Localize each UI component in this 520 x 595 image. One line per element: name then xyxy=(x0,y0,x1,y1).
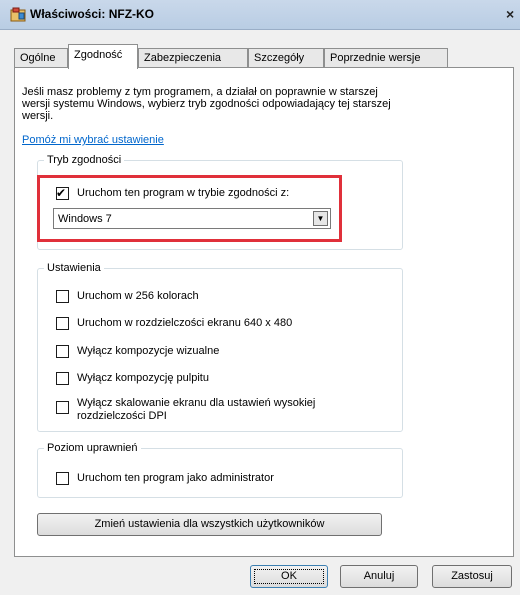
help-link[interactable]: Pomóż mi wybrać ustawienie xyxy=(22,134,164,146)
checkbox-box[interactable] xyxy=(56,472,69,485)
option-disable-dpi-scaling[interactable]: Wyłącz skalowanie ekranu dla ustawień wy… xyxy=(56,397,377,423)
apply-button[interactable]: Zastosuj xyxy=(432,565,512,588)
cancel-button[interactable]: Anuluj xyxy=(340,565,418,588)
focus-ring xyxy=(254,569,324,584)
tab-security[interactable]: Zabezpieczenia xyxy=(138,48,248,68)
tab-details[interactable]: Szczegóły xyxy=(248,48,324,68)
close-button[interactable]: × xyxy=(506,4,520,24)
checkbox-box[interactable]: ✔ xyxy=(56,186,69,200)
checkbox-box[interactable] xyxy=(56,290,69,303)
checkbox-box[interactable] xyxy=(56,317,69,330)
select-value: Windows 7 xyxy=(58,213,112,225)
program-properties-icon xyxy=(10,7,26,22)
privilege-title: Poziom uprawnień xyxy=(44,442,141,454)
checkbox-box[interactable] xyxy=(56,401,69,414)
tab-general[interactable]: Ogólne xyxy=(14,48,68,68)
checkbox-box[interactable] xyxy=(56,345,69,358)
run-as-admin-checkbox[interactable]: Uruchom ten program jako administrator xyxy=(56,472,274,485)
ok-button[interactable]: OK xyxy=(250,565,328,588)
checkbox-box[interactable] xyxy=(56,372,69,385)
compat-mode-checkbox[interactable]: ✔ Uruchom ten program w trybie zgodności… xyxy=(56,186,290,200)
compat-mode-label: Uruchom ten program w trybie zgodności z… xyxy=(77,187,290,199)
close-icon: × xyxy=(506,6,515,22)
tab-compatibility[interactable]: Zgodność xyxy=(68,44,138,69)
option-disable-desktop-composition[interactable]: Wyłącz kompozycję pulpitu xyxy=(56,372,209,385)
option-disable-visual-themes[interactable]: Wyłącz kompozycje wizualne xyxy=(56,345,219,358)
option-256-colors[interactable]: Uruchom w 256 kolorach xyxy=(56,290,199,303)
tab-strip: Ogólne Zgodność Zabezpieczenia Szczegóły… xyxy=(14,44,454,69)
tab-previous-versions[interactable]: Poprzednie wersje xyxy=(324,48,448,68)
checkmark-icon: ✔ xyxy=(56,186,67,200)
settings-title: Ustawienia xyxy=(44,262,104,274)
change-all-users-button[interactable]: Zmień ustawienia dla wszystkich użytkown… xyxy=(37,513,382,536)
description-text: Jeśli masz problemy z tym programem, a d… xyxy=(22,86,391,122)
compat-mode-title: Tryb zgodności xyxy=(44,154,125,166)
title-bar: Właściwości: NFZ-KO × xyxy=(0,0,520,30)
option-640x480[interactable]: Uruchom w rozdzielczości ekranu 640 x 48… xyxy=(56,317,292,330)
chevron-down-icon[interactable]: ▼ xyxy=(313,211,328,226)
window-title: Właściwości: NFZ-KO xyxy=(30,7,155,21)
compat-mode-select[interactable]: Windows 7 ▼ xyxy=(53,208,331,229)
